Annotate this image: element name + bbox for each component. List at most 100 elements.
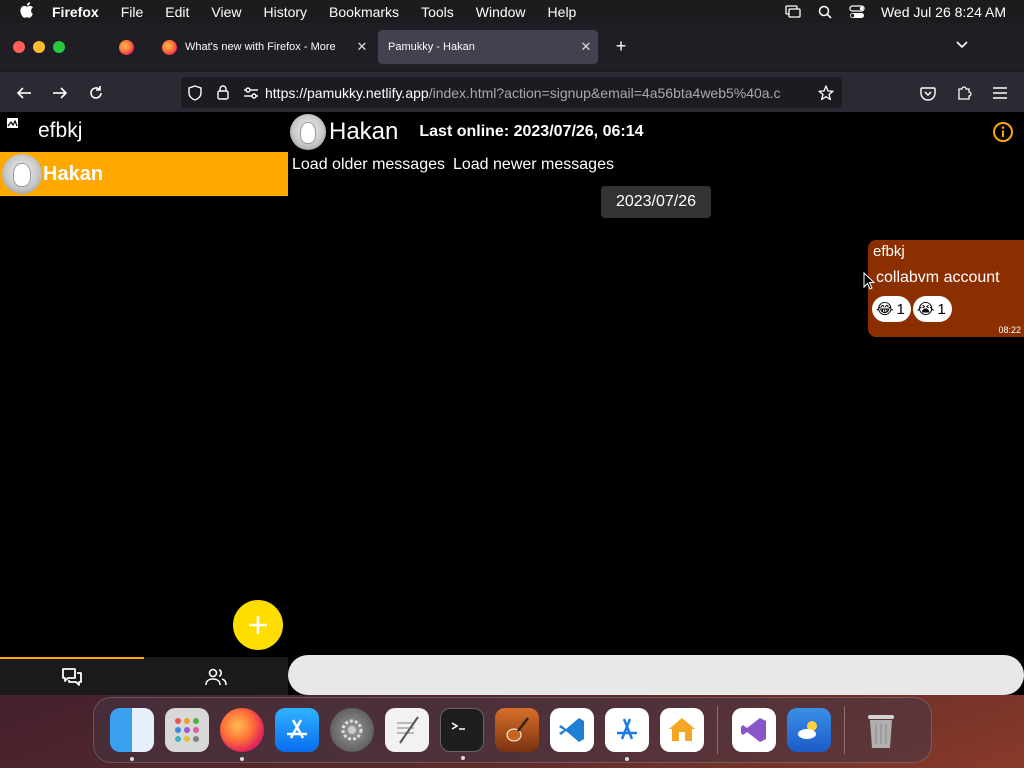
web-page-content: efbkj Hakan Hakan Last online: 2023/07/2… <box>0 112 1024 695</box>
accessibility-inspector-icon[interactable] <box>604 708 649 761</box>
current-user-name[interactable]: efbkj <box>38 119 82 143</box>
macos-menu-bar: Firefox File Edit View History Bookmarks… <box>0 0 1024 23</box>
control-center-icon[interactable] <box>849 4 865 19</box>
screen-mirroring-icon[interactable] <box>785 5 801 19</box>
message-input[interactable] <box>288 655 1024 695</box>
minimize-window-button[interactable] <box>33 41 45 53</box>
message-bubble[interactable]: efbkj collabvm account 😂 1 😭 1 08:22 <box>868 240 1024 337</box>
tab-title: Pamukky - Hakan <box>388 41 475 53</box>
tab-whats-new[interactable]: What's new with Firefox - More ✕ <box>152 30 374 64</box>
close-window-button[interactable] <box>13 41 25 53</box>
load-newer-messages-link[interactable]: Load newer messages <box>453 156 614 174</box>
textedit-icon[interactable] <box>384 708 429 752</box>
navigation-toolbar: https://pamukky.netlify.app/index.html?a… <box>0 71 1024 112</box>
firefox-favicon-icon <box>162 39 177 55</box>
last-online-status: Last online: 2023/07/26, 06:14 <box>419 123 644 140</box>
garageband-icon[interactable] <box>494 708 539 752</box>
close-tab-icon[interactable]: ✕ <box>350 39 374 55</box>
terminal-icon[interactable] <box>439 708 484 760</box>
menu-history[interactable]: History <box>263 4 307 20</box>
dock-separator <box>844 706 845 754</box>
visual-studio-icon[interactable] <box>731 708 776 752</box>
menu-tools[interactable]: Tools <box>421 4 454 20</box>
reaction-crying[interactable]: 😭 1 <box>912 296 952 322</box>
back-arrow-icon[interactable] <box>12 81 36 105</box>
crying-emoji-icon: 😭 <box>916 300 935 318</box>
message-reactions: 😂 1 😭 1 <box>872 296 952 322</box>
contact-item-hakan[interactable]: Hakan <box>0 152 288 196</box>
hamburger-menu-icon[interactable] <box>988 81 1012 105</box>
menu-bookmarks[interactable]: Bookmarks <box>329 4 399 20</box>
tab-chats[interactable] <box>0 659 144 695</box>
message-text: collabvm account <box>876 269 1000 286</box>
message-time: 08:22 <box>998 325 1021 335</box>
laughing-emoji-icon: 😂 <box>876 300 894 318</box>
info-icon[interactable] <box>992 121 1014 143</box>
url-bar[interactable]: https://pamukky.netlify.app/index.html?a… <box>181 77 842 108</box>
menu-bar-clock[interactable]: Wed Jul 26 8:24 AM <box>881 4 1006 20</box>
new-tab-plus-icon[interactable]: + <box>610 35 632 57</box>
reaction-count: 1 <box>896 300 905 318</box>
vscode-icon[interactable] <box>549 708 594 752</box>
reload-icon[interactable] <box>84 81 108 105</box>
tracking-protection-shield-icon[interactable] <box>181 79 209 107</box>
extensions-puzzle-icon[interactable] <box>952 81 976 105</box>
peer-avatar[interactable] <box>290 114 326 150</box>
firefox-view-button[interactable] <box>110 31 142 63</box>
menu-file[interactable]: File <box>121 4 144 20</box>
url-path: /index.html?action=signup&email=4a56bta4… <box>428 84 781 101</box>
list-all-tabs-chevron-icon[interactable] <box>954 36 972 54</box>
chat-list-sidebar: efbkj Hakan <box>0 112 288 695</box>
pocket-icon[interactable] <box>916 81 940 105</box>
profile-image-icon[interactable] <box>6 115 20 131</box>
add-chat-button[interactable] <box>233 600 283 650</box>
chat-header: Hakan Last online: 2023/07/26, 06:14 <box>288 112 1024 152</box>
launchpad-icon[interactable] <box>164 708 209 752</box>
contacts-people-icon <box>205 668 227 686</box>
system-settings-icon[interactable] <box>329 708 374 752</box>
apple-menu-icon[interactable] <box>18 1 36 22</box>
dock-separator <box>717 706 718 754</box>
contact-avatar <box>2 154 42 194</box>
finder-icon[interactable] <box>109 708 154 761</box>
weather-icon[interactable] <box>786 708 831 752</box>
load-older-messages-link[interactable]: Load older messages <box>292 156 445 174</box>
firefox-icon[interactable] <box>219 708 264 761</box>
contact-name: Hakan <box>43 162 104 185</box>
menu-view[interactable]: View <box>211 4 241 20</box>
home-icon[interactable] <box>659 708 704 752</box>
chat-panel: Hakan Last online: 2023/07/26, 06:14 Loa… <box>288 112 1024 695</box>
firefox-logo-icon <box>118 39 134 55</box>
forward-arrow-icon[interactable] <box>48 81 72 105</box>
mouse-cursor-icon <box>863 271 876 290</box>
tab-title: What's new with Firefox - More <box>185 41 336 53</box>
close-tab-icon[interactable]: ✕ <box>574 39 598 55</box>
url-domain: https://pamukky.netlify.app <box>265 84 429 101</box>
tab-contacts[interactable] <box>144 659 288 695</box>
menu-window[interactable]: Window <box>476 4 526 20</box>
message-sender: efbkj <box>873 243 905 260</box>
trash-icon[interactable] <box>859 708 903 752</box>
date-separator: 2023/07/26 <box>601 186 711 218</box>
lock-icon[interactable] <box>209 79 237 107</box>
menu-help[interactable]: Help <box>548 4 577 20</box>
chats-icon <box>62 668 82 686</box>
firefox-window: What's new with Firefox - More ✕ Pamukky… <box>0 23 1024 695</box>
spotlight-search-icon[interactable] <box>817 5 833 19</box>
bookmark-star-icon[interactable] <box>812 79 840 107</box>
menu-app-name[interactable]: Firefox <box>52 4 99 20</box>
tab-pamukky[interactable]: Pamukky - Hakan ✕ <box>378 30 598 64</box>
zoom-window-button[interactable] <box>53 41 65 53</box>
sidebar-tab-bar <box>0 657 288 695</box>
app-store-icon[interactable] <box>274 708 319 752</box>
plus-icon <box>249 616 267 634</box>
load-messages-links: Load older messages Load newer messages <box>292 156 614 174</box>
permissions-sliders-icon[interactable] <box>237 79 265 107</box>
menu-edit[interactable]: Edit <box>165 4 189 20</box>
window-controls <box>13 41 65 53</box>
url-text[interactable]: https://pamukky.netlify.app/index.html?a… <box>265 85 812 101</box>
tab-bar: What's new with Firefox - More ✕ Pamukky… <box>0 23 1024 71</box>
reaction-laughing[interactable]: 😂 1 <box>872 296 911 322</box>
macos-dock <box>93 697 932 763</box>
peer-name[interactable]: Hakan <box>329 118 398 146</box>
